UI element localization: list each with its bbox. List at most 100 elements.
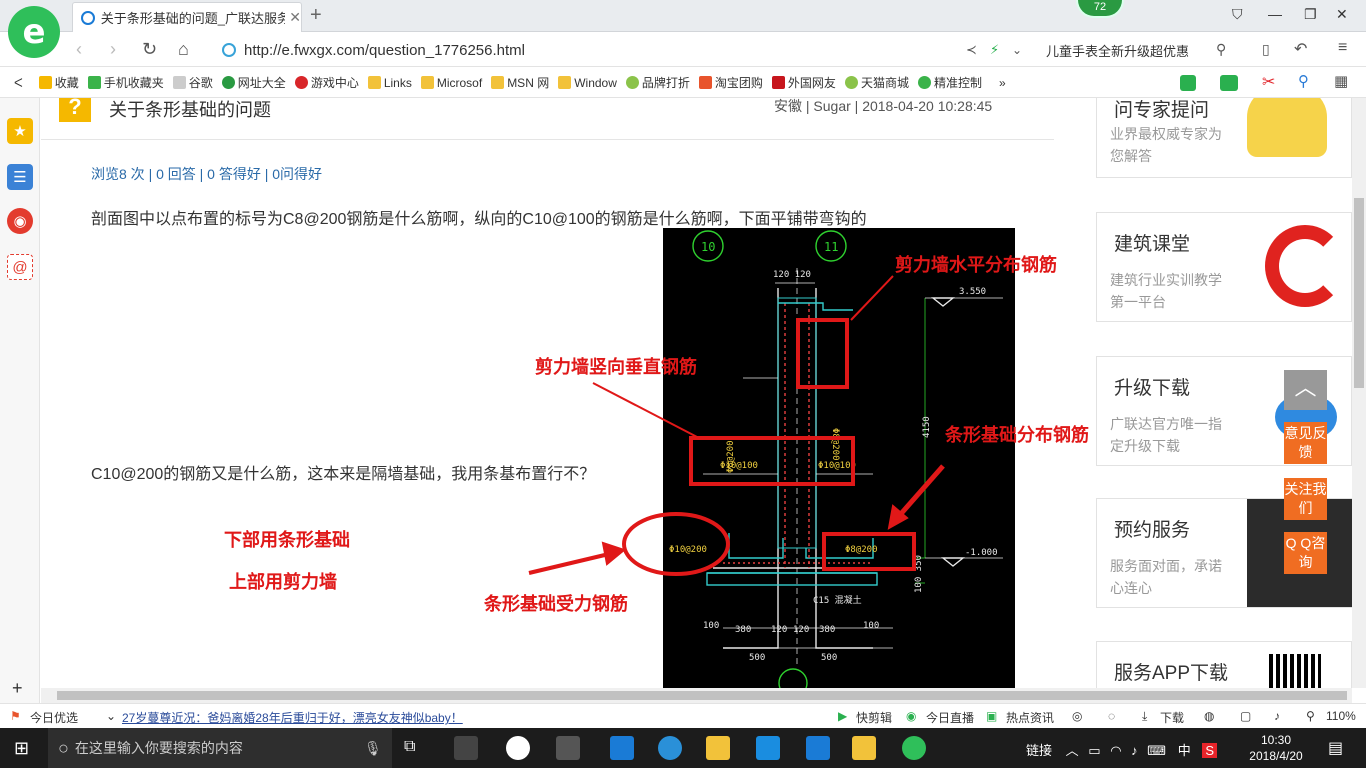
task-view-icon[interactable]: ⧉ — [404, 738, 415, 756]
speed-icon[interactable]: ⚡ — [990, 42, 999, 58]
browser-active-icon[interactable] — [902, 736, 926, 760]
more-bookmarks-icon[interactable]: » — [999, 76, 1006, 90]
ie-icon[interactable] — [658, 736, 682, 760]
bookmark-item[interactable]: Microsof — [420, 76, 482, 90]
bookmark-item[interactable]: 手机收藏夹 — [87, 74, 164, 91]
leaf-icon — [844, 76, 858, 89]
browser-logo-icon[interactable]: e — [8, 6, 60, 58]
back-to-top-button[interactable]: ︿ — [1284, 370, 1327, 410]
qq-consult-button[interactable]: Q Q咨询 — [1284, 532, 1327, 574]
news-ticker-link[interactable]: 27岁蔓尊近况：爸妈离婚28年后重归于好，漂亮女友神似baby！ — [122, 709, 463, 726]
close-window-button[interactable]: ✕ — [1336, 6, 1348, 23]
feedback-button[interactable]: 意见反馈 — [1284, 422, 1327, 464]
bookmark-item[interactable]: 天猫商城 — [844, 74, 909, 91]
notification-badge[interactable]: 72 — [1076, 0, 1124, 18]
follow-us-button[interactable]: 关注我们 — [1284, 478, 1327, 520]
mail-icon[interactable]: @ — [7, 254, 33, 280]
shirt-icon[interactable]: ⛉ — [1232, 6, 1243, 23]
add-sidebar-icon[interactable]: + — [12, 678, 23, 699]
earth-icon[interactable]: ◌ — [1108, 709, 1115, 723]
minimize-button[interactable]: — — [1268, 6, 1282, 22]
address-bar[interactable]: http://e.fwxgx.com/question_1776256.html — [222, 37, 962, 63]
reader-list-icon[interactable]: ☰ — [7, 164, 33, 190]
speed-icon[interactable]: ◎ — [1072, 709, 1082, 723]
vertical-scrollbar[interactable] — [1352, 98, 1366, 688]
windows-start-icon[interactable]: ⊞ — [14, 738, 29, 759]
chevron-down-icon[interactable]: ⌄ — [106, 709, 116, 723]
notification-icon[interactable]: ▤ — [1328, 738, 1343, 758]
fan-app-icon[interactable] — [454, 736, 478, 760]
bookmark-item[interactable]: 游戏中心 — [294, 74, 359, 91]
scroll-thumb[interactable] — [1354, 198, 1364, 388]
page-favicon-icon — [81, 10, 95, 25]
undo-icon[interactable]: ↶ — [1294, 39, 1307, 59]
favorites-star-icon[interactable]: ★ — [7, 118, 33, 144]
download-label[interactable]: 下载 — [1160, 709, 1184, 726]
share-icon[interactable]: ≺ — [966, 42, 977, 58]
tools-icon[interactable]: ◍ — [1204, 709, 1214, 723]
menu-icon[interactable]: ≡ — [1338, 39, 1347, 57]
forward-icon[interactable]: › — [110, 39, 116, 60]
glodon-app-icon[interactable] — [806, 736, 830, 760]
bookmark-item[interactable]: MSN 网 — [491, 74, 549, 91]
close-tab-icon[interactable]: ✕ — [289, 9, 301, 26]
bookmark-item[interactable]: Links — [367, 76, 412, 90]
translate-icon[interactable] — [1220, 75, 1238, 91]
sidebar-card[interactable]: 服务APP下载 — [1096, 641, 1352, 688]
scroll-thumb[interactable] — [57, 691, 1347, 700]
search-icon[interactable]: ⚲ — [1216, 41, 1226, 58]
magnify-icon[interactable]: ⚲ — [1298, 72, 1309, 90]
edge-icon[interactable] — [610, 736, 634, 760]
collapse-sidebar-icon[interactable]: ᐸ — [14, 76, 23, 90]
bookmark-item[interactable]: 外国网友 — [771, 74, 836, 91]
browser-e-icon[interactable] — [506, 736, 530, 760]
apps-grid-icon[interactable]: ▦ — [1334, 72, 1348, 90]
back-icon[interactable]: ‹ — [76, 39, 82, 60]
spiral-app-icon[interactable] — [556, 736, 580, 760]
taskbar-search[interactable]: ○ 在这里输入你要搜索的内容 🎙 — [48, 728, 392, 768]
bookmark-item[interactable]: 品牌打折 — [625, 74, 690, 91]
ime-label[interactable]: 中 — [1178, 743, 1191, 758]
bookmark-item[interactable]: 网址大全 — [221, 74, 286, 91]
chevron-up-icon[interactable]: ︿ — [1066, 743, 1079, 758]
restore-button[interactable]: ❐ — [1304, 6, 1317, 23]
status-item[interactable]: 热点资讯 — [1006, 709, 1054, 726]
clock[interactable]: 10:30 2018/4/20 — [1246, 732, 1306, 764]
status-item[interactable]: 快剪辑 — [856, 709, 892, 726]
volume-icon[interactable]: ♪ — [1274, 709, 1280, 723]
new-tab-icon[interactable]: + — [310, 4, 322, 27]
scissors-icon[interactable]: ✂ — [1262, 72, 1275, 92]
reload-icon[interactable]: ↻ — [142, 39, 157, 60]
notes-app-icon[interactable] — [852, 736, 876, 760]
bookmark-item[interactable]: Window — [558, 76, 617, 90]
volume-icon[interactable]: ♪ — [1131, 743, 1138, 758]
horizontal-scrollbar[interactable] — [41, 688, 1352, 703]
microphone-icon[interactable]: 🎙 — [364, 740, 382, 757]
file-explorer-icon[interactable] — [706, 736, 730, 760]
plus-app-icon[interactable] — [756, 736, 780, 760]
keyboard-icon[interactable]: ⌨ — [1147, 743, 1166, 758]
sidebar-card[interactable]: 问专家提问 业界最权威专家为您解答 — [1096, 98, 1352, 178]
browser-tab[interactable]: 关于条形基础的问题_广联达服务 ✕ — [72, 2, 302, 32]
status-item[interactable]: 今日直播 — [926, 709, 974, 726]
tray-link-label[interactable]: 链接 — [1026, 743, 1052, 758]
bookmark-item[interactable]: 收藏 — [38, 74, 79, 91]
shield-icon[interactable] — [1180, 75, 1196, 91]
wifi-icon[interactable]: ◠ — [1110, 743, 1121, 758]
window-icon[interactable]: ▢ — [1240, 709, 1251, 723]
battery-icon[interactable]: ▭ — [1088, 743, 1100, 758]
bookmark-item[interactable]: 精准控制 — [917, 74, 982, 91]
daily-picks-label[interactable]: 今日优选 — [30, 709, 78, 726]
home-icon[interactable]: ⌂ — [178, 39, 189, 60]
clock-time: 10:30 — [1260, 733, 1292, 747]
search-hint[interactable]: 儿童手表全新升级超优惠 — [1046, 41, 1189, 60]
phone-icon[interactable]: ▯ — [1262, 41, 1270, 58]
url-text[interactable]: http://e.fwxgx.com/question_1776256.html — [244, 42, 525, 59]
zoom-level[interactable]: 110% — [1326, 709, 1356, 723]
weibo-icon[interactable]: ◉ — [7, 208, 33, 234]
sogou-icon[interactable]: S — [1202, 743, 1217, 758]
sidebar-card[interactable]: 建筑课堂 建筑行业实训教学第一平台 — [1096, 212, 1352, 322]
chevron-down-icon[interactable]: ⌄ — [1012, 43, 1022, 57]
bookmark-item[interactable]: 淘宝团购 — [698, 74, 763, 91]
bookmark-item[interactable]: 谷歌 — [172, 74, 213, 91]
